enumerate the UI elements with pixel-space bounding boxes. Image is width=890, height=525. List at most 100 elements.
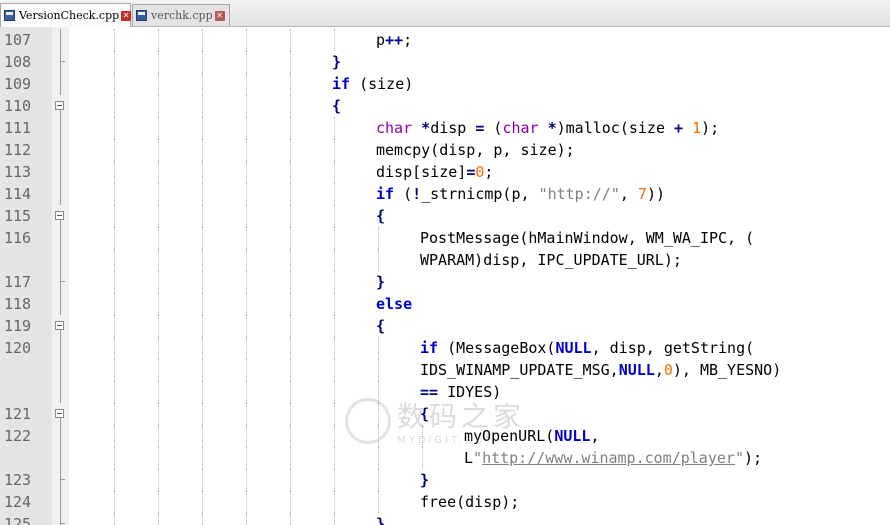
indent-guide xyxy=(114,183,115,205)
code-text[interactable]: IDS_WINAMP_UPDATE_MSG,NULL,0), MB_YESNO) xyxy=(420,359,781,381)
indent-guide xyxy=(202,205,203,227)
code-token: disp xyxy=(430,119,476,137)
code-line[interactable]: 121 { xyxy=(0,403,890,425)
code-line[interactable]: 115 { xyxy=(0,205,890,227)
code-text[interactable]: WPARAM)disp, IPC_UPDATE_URL); xyxy=(420,249,682,271)
indent-guide xyxy=(378,381,379,403)
code-text[interactable]: free(disp); xyxy=(420,491,519,513)
indent-guide xyxy=(202,469,203,491)
indent-guide xyxy=(290,51,291,73)
code-line[interactable]: 118 else xyxy=(0,293,890,315)
code-token: , xyxy=(619,185,638,203)
line-number: 122 xyxy=(4,427,32,445)
fold-line xyxy=(60,271,61,293)
code-token: * xyxy=(547,119,557,137)
code-line[interactable]: 109 if (size) xyxy=(0,73,890,95)
code-line[interactable]: == IDYES) xyxy=(0,381,890,403)
code-text[interactable]: PostMessage(hMainWindow, WM_WA_IPC, ( xyxy=(420,227,754,249)
fold-line xyxy=(60,249,61,271)
indent-guide xyxy=(158,161,159,183)
code-text[interactable]: char *disp = (char *)malloc(size + 1); xyxy=(376,117,719,139)
code-text[interactable]: { xyxy=(376,205,385,227)
indent-guide xyxy=(202,183,203,205)
indent-guide xyxy=(158,469,159,491)
code-token: } xyxy=(376,273,386,291)
code-line[interactable]: 114 if (!_strnicmp(p, "http://", 7)) xyxy=(0,183,890,205)
code-text[interactable]: if (size) xyxy=(332,73,413,95)
code-line[interactable]: 117} xyxy=(0,271,890,293)
close-icon[interactable]: ✕ xyxy=(214,10,225,21)
code-token: PostMessage(hMainWindow, WM_WA_IPC, ( xyxy=(420,229,755,247)
fold-toggle-icon[interactable] xyxy=(55,321,64,330)
code-text[interactable]: == IDYES) xyxy=(420,381,501,403)
code-text[interactable]: if (!_strnicmp(p, "http://", 7)) xyxy=(376,183,665,205)
code-token: free(disp); xyxy=(420,493,520,511)
fold-toggle-icon[interactable] xyxy=(55,409,64,418)
code-line[interactable]: IDS_WINAMP_UPDATE_MSG,NULL,0), MB_YESNO) xyxy=(0,359,890,381)
code-token: _strnicmp(p, xyxy=(421,185,539,203)
indent-guide xyxy=(202,491,203,513)
code-text[interactable]: } xyxy=(420,469,429,491)
code-text[interactable]: } xyxy=(376,513,385,525)
fold-line xyxy=(60,139,61,161)
code-text[interactable]: else xyxy=(376,293,412,315)
indent-guide xyxy=(158,491,159,513)
code-line[interactable]: 108} xyxy=(0,51,890,73)
line-number: 121 xyxy=(4,405,32,423)
code-line[interactable]: 125} xyxy=(0,513,890,525)
line-number: 112 xyxy=(4,141,32,159)
code-editor[interactable]: 107 p++; 108} 109 if (size) 110{111 char *disp… xyxy=(0,27,890,525)
code-text[interactable]: p++; xyxy=(376,29,412,51)
code-token: char xyxy=(502,119,539,137)
code-text[interactable]: } xyxy=(376,271,385,293)
code-text[interactable]: { xyxy=(420,403,429,425)
indent-guide xyxy=(202,227,203,249)
indent-guide xyxy=(290,293,291,315)
code-line[interactable]: 110 { xyxy=(0,95,890,117)
code-line[interactable]: 124 free(disp); xyxy=(0,491,890,513)
tab-versioncheck-cpp[interactable]: VersionCheck.cpp ✕ xyxy=(0,3,132,27)
indent-guide xyxy=(158,513,159,525)
code-line[interactable]: 112 memcpy(disp, p, size); xyxy=(0,139,890,161)
code-text[interactable]: { xyxy=(376,315,385,337)
code-line[interactable]: L"http://www.winamp.com/player"); xyxy=(0,447,890,469)
code-token: NULL xyxy=(618,361,655,379)
fold-line xyxy=(60,183,61,205)
fold-toggle-icon[interactable] xyxy=(55,211,64,220)
code-line[interactable]: 122 myOpenURL(NULL, xyxy=(0,425,890,447)
code-text[interactable]: { xyxy=(332,95,341,117)
code-text[interactable]: myOpenURL(NULL, xyxy=(464,425,599,447)
code-text[interactable]: } xyxy=(332,51,341,73)
close-icon[interactable]: ✕ xyxy=(121,10,132,21)
url-link[interactable]: http://www.winamp.com/player xyxy=(482,449,735,467)
indent-guide xyxy=(158,381,159,403)
tab-verchk-cpp[interactable]: verchk.cpp ✕ xyxy=(132,4,230,26)
code-text[interactable]: memcpy(disp, p, size); xyxy=(376,139,575,161)
fold-line xyxy=(60,293,61,315)
code-token: } xyxy=(332,53,342,71)
code-line[interactable]: 123} xyxy=(0,469,890,491)
file-icon xyxy=(4,10,15,21)
code-line[interactable]: 116 PostMessage(hMainWindow, WM_WA_IPC, ( xyxy=(0,227,890,249)
code-text[interactable]: L"http://www.winamp.com/player"); xyxy=(464,447,762,469)
code-line[interactable]: 107 p++; xyxy=(0,29,890,51)
fold-toggle-icon[interactable] xyxy=(55,101,64,110)
code-line[interactable]: 119 { xyxy=(0,315,890,337)
fold-line xyxy=(60,330,61,337)
code-line[interactable]: WPARAM)disp, IPC_UPDATE_URL); xyxy=(0,249,890,271)
indent-guide xyxy=(378,227,379,249)
code-token: , xyxy=(590,427,600,445)
code-line[interactable]: 120 if (MessageBox(NULL, disp, getString( xyxy=(0,337,890,359)
code-line[interactable]: 111 char *disp = (char *)malloc(size + 1)… xyxy=(0,117,890,139)
code-token: { xyxy=(332,97,342,115)
indent-guide xyxy=(158,51,159,73)
indent-guide xyxy=(246,205,247,227)
code-token: ); xyxy=(743,449,763,467)
indent-guide xyxy=(290,513,291,525)
indent-guide xyxy=(334,359,335,381)
code-text[interactable]: if (MessageBox(NULL, disp, getString( xyxy=(420,337,754,359)
code-line[interactable]: 113 disp[size]=0; xyxy=(0,161,890,183)
code-text[interactable]: disp[size]=0; xyxy=(376,161,493,183)
indent-guide xyxy=(290,205,291,227)
